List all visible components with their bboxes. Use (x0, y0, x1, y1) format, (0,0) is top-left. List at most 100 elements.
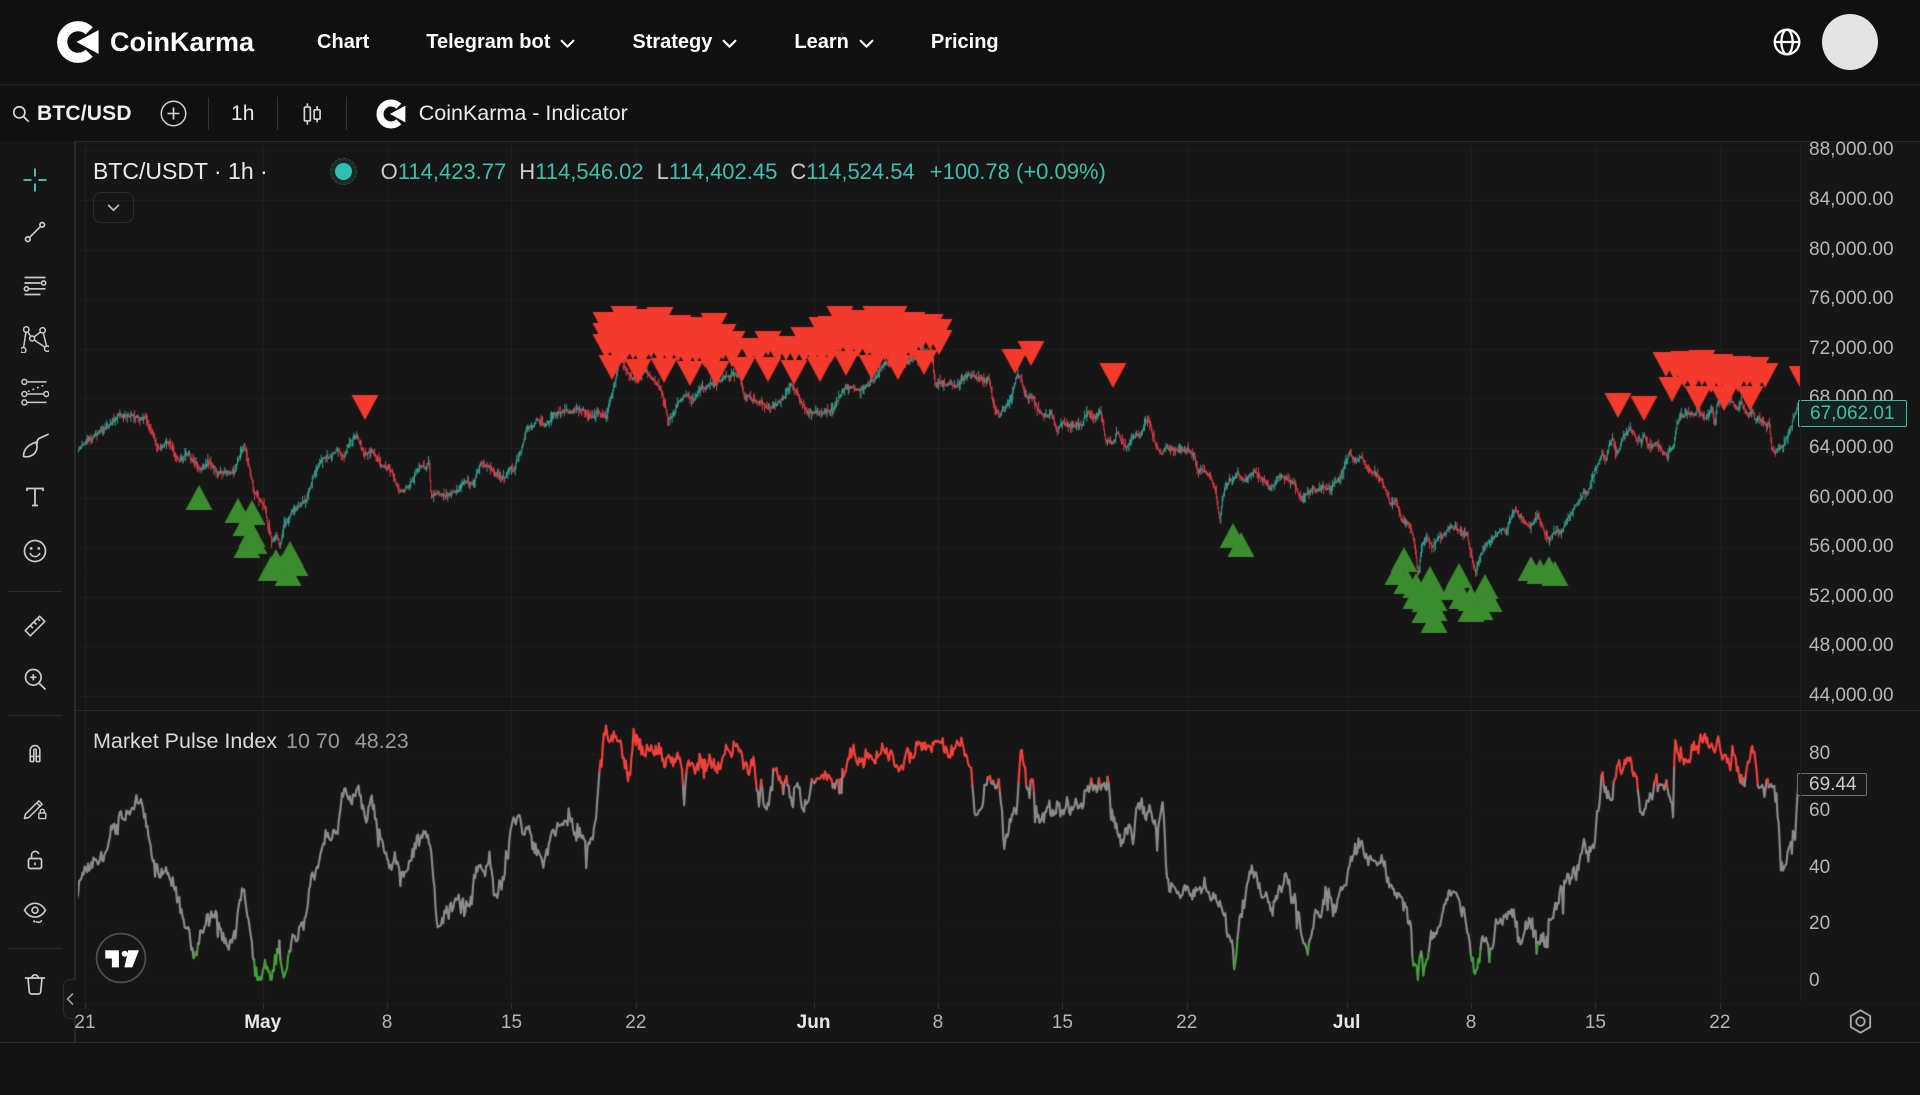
last-price-label: 67,062.01 (1798, 400, 1907, 427)
legend-collapse-button[interactable] (93, 192, 134, 223)
time-scale-label: 15 (1052, 1012, 1073, 1034)
legend-o: O114,423.77 (381, 159, 507, 185)
time-scale-label: May (244, 1012, 281, 1034)
indicator-name: CoinKarma - Indicator (419, 101, 628, 126)
chevron-down-icon (107, 204, 120, 212)
tool-zoom-icon[interactable] (21, 665, 49, 693)
symbol-name: BTC/USD (37, 102, 132, 126)
indicator-scale-label: 80 (1809, 743, 1830, 765)
chart-toolbar: BTC/USD 1h CoinKarma - Indicator (0, 86, 1920, 141)
price-scale-label: 80,000.00 (1809, 239, 1894, 261)
nav-item-label: Telegram bot (426, 31, 550, 54)
coinkarma-indicator-icon (375, 98, 407, 130)
axis-settings-icon[interactable] (1846, 1007, 1875, 1036)
chevron-left-icon (66, 993, 74, 1005)
time-scale-label: 21 (74, 1012, 95, 1034)
chevron-down-icon (859, 39, 874, 49)
language-globe-icon[interactable] (1772, 27, 1802, 57)
legend-c: C114,524.54 (790, 159, 914, 185)
price-scale-label: 76,000.00 (1809, 288, 1894, 310)
nav-item-label: Learn (794, 31, 848, 54)
tool-position-icon[interactable] (21, 378, 49, 406)
navbar: CoinKarma Chart Telegram bot Strategy Learn… (0, 0, 1920, 85)
indicator-value-label: 69.44 (1797, 773, 1867, 796)
indicator-scale-label: 20 (1809, 913, 1830, 935)
time-scale-label: 15 (501, 1012, 522, 1034)
indicator-legend-name[interactable]: Market Pulse Index (93, 729, 277, 754)
tool-drawlock-icon[interactable] (21, 794, 49, 822)
indicator-legend: Market Pulse Index 10 70 48.23 (93, 729, 409, 754)
nav-links: Chart Telegram bot Strategy Learn Pricing (317, 31, 1056, 54)
chart-widget: BTC/USDT · 1h · O114,423.77 H114,546.02 L1… (0, 141, 1920, 1095)
price-scale-label: 60,000.00 (1809, 487, 1894, 509)
brand-name: CoinKarma (110, 27, 254, 58)
time-scale-label: 8 (933, 1012, 944, 1034)
indicator-legend-params: 10 70 (286, 729, 340, 754)
tool-lock-icon[interactable] (21, 846, 49, 874)
time-scale-label: Jul (1333, 1012, 1360, 1034)
time-scale-label: Jun (797, 1012, 831, 1034)
price-scale-border (1800, 142, 1801, 1003)
legend-h: H114,546.02 (519, 159, 643, 185)
interval-button[interactable]: 1h (209, 102, 277, 126)
nav-item-label: Pricing (931, 31, 999, 54)
tradingview-logo[interactable] (95, 932, 147, 984)
toolbar-separator (8, 591, 62, 592)
tool-crosshair-icon[interactable] (21, 166, 49, 194)
below-chart-area (0, 1043, 1920, 1095)
price-scale-label: 88,000.00 (1809, 141, 1894, 161)
app: CoinKarma Chart Telegram bot Strategy Learn… (0, 0, 1920, 1095)
price-scale-label: 48,000.00 (1809, 635, 1894, 657)
symbol-search-button[interactable]: BTC/USD (11, 102, 132, 126)
tool-brush-icon[interactable] (21, 431, 49, 459)
search-icon (11, 104, 31, 124)
coinkarma-logo-icon (55, 19, 101, 65)
time-scale-label: 22 (1176, 1012, 1197, 1034)
price-scale-label: 44,000.00 (1809, 685, 1894, 707)
time-scale-label: 8 (382, 1012, 393, 1034)
time-scale-label: 22 (1709, 1012, 1730, 1034)
tool-trash-icon[interactable] (21, 971, 49, 999)
tool-text-icon[interactable] (21, 483, 49, 511)
price-scale-label: 52,000.00 (1809, 586, 1894, 608)
avatar[interactable] (1822, 14, 1878, 70)
nav-item-strategy[interactable]: Strategy (632, 31, 737, 54)
nav-item-telegram-bot[interactable]: Telegram bot (426, 31, 575, 54)
legend-symbol[interactable]: BTC/USDT · 1h · (93, 158, 268, 185)
nav-item-learn[interactable]: Learn (794, 31, 873, 54)
indicator-legend-value: 48.23 (355, 729, 409, 754)
tool-ruler-icon[interactable] (21, 612, 49, 640)
compare-add-icon[interactable] (160, 100, 187, 127)
chart-canvas[interactable] (0, 141, 1920, 1095)
tool-emoji-icon[interactable] (21, 537, 49, 565)
nav-item-label: Strategy (632, 31, 712, 54)
nav-item-pricing[interactable]: Pricing (931, 31, 999, 54)
time-axis-separator (76, 1003, 1920, 1004)
toolbar-separator (8, 948, 62, 949)
nav-right (1772, 14, 1878, 70)
toolbar-separator (346, 97, 347, 130)
chart-legend: BTC/USDT · 1h · O114,423.77 H114,546.02 L1… (93, 158, 1106, 185)
tool-eye-icon[interactable] (21, 898, 49, 926)
chevron-down-icon (722, 39, 737, 49)
price-scale-label: 72,000.00 (1809, 338, 1894, 360)
chart-style-icon[interactable] (299, 101, 325, 127)
tool-fib-icon[interactable] (21, 272, 49, 300)
legend-l: L114,402.45 (657, 159, 778, 185)
time-scale-label: 8 (1466, 1012, 1477, 1034)
nav-item-chart[interactable]: Chart (317, 31, 369, 54)
tool-xabcd-icon[interactable] (21, 325, 49, 353)
indicator-scale-label: 60 (1809, 800, 1830, 822)
price-scale-label: 84,000.00 (1809, 189, 1894, 211)
legend-ohlc: O114,423.77 H114,546.02 L114,402.45 C114,52… (381, 159, 928, 185)
pane-separator[interactable] (76, 710, 1920, 711)
indicator-scale-label: 40 (1809, 857, 1830, 879)
tool-magnet-icon[interactable] (21, 738, 49, 766)
drawing-toolbar (0, 141, 76, 1095)
tool-trendline-icon[interactable] (21, 218, 49, 246)
brand[interactable]: CoinKarma (55, 19, 254, 65)
indicator-scale-label: 0 (1809, 970, 1820, 992)
price-scale-label: 56,000.00 (1809, 536, 1894, 558)
legend-change: +100.78 (+0.09%) (930, 159, 1106, 185)
indicator-button[interactable]: CoinKarma - Indicator (375, 98, 628, 130)
